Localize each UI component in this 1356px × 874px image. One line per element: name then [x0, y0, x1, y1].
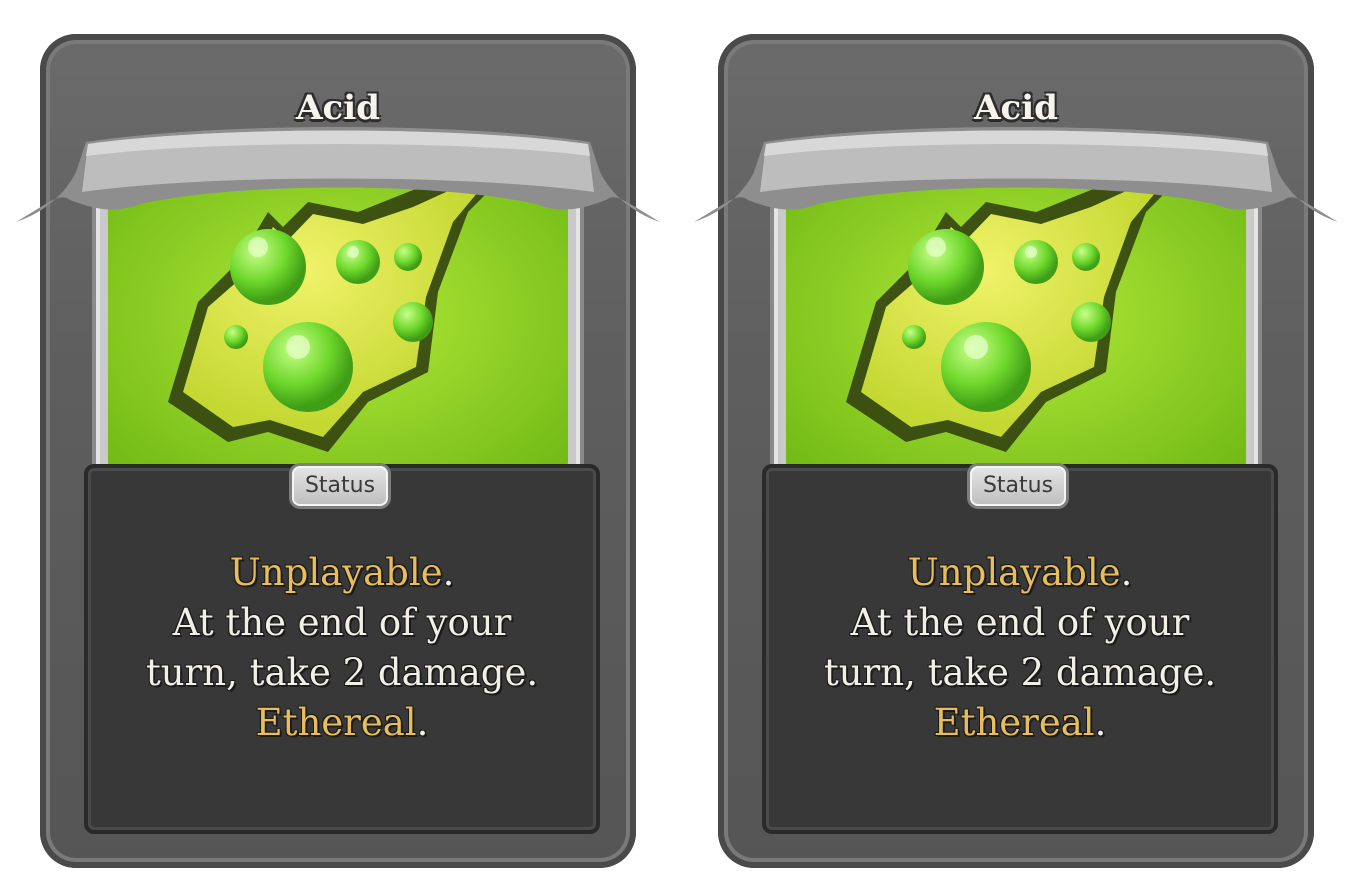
card-description: Unplayable. At the end of your turn, tak… [88, 548, 596, 748]
keyword-ethereal: Ethereal [933, 701, 1095, 744]
description-line: At the end of your [850, 601, 1190, 644]
card-type-tag: Status [970, 466, 1066, 506]
card-description: Unplayable. At the end of your turn, tak… [766, 548, 1274, 748]
keyword-ethereal: Ethereal [255, 701, 417, 744]
description-line: At the end of your [172, 601, 512, 644]
acid-card-left[interactable]: Acid Unplayable. At the end of your turn… [16, 34, 660, 868]
acid-card-right[interactable]: Acid Unplayable. At the end of your turn… [694, 34, 1338, 868]
keyword-unplayable: Unplayable [229, 551, 443, 594]
card-title: Acid [296, 88, 380, 128]
card-description-panel: Unplayable. At the end of your turn, tak… [84, 464, 600, 834]
card-description-panel: Unplayable. At the end of your turn, tak… [762, 464, 1278, 834]
card-type-tag: Status [292, 466, 388, 506]
description-line: turn, take 2 damage. [145, 651, 539, 694]
card-title: Acid [974, 88, 1058, 128]
description-line: turn, take 2 damage. [823, 651, 1217, 694]
card-comparison-stage: Acid Unplayable. At the end of your turn… [0, 0, 1356, 874]
keyword-unplayable: Unplayable [907, 551, 1121, 594]
